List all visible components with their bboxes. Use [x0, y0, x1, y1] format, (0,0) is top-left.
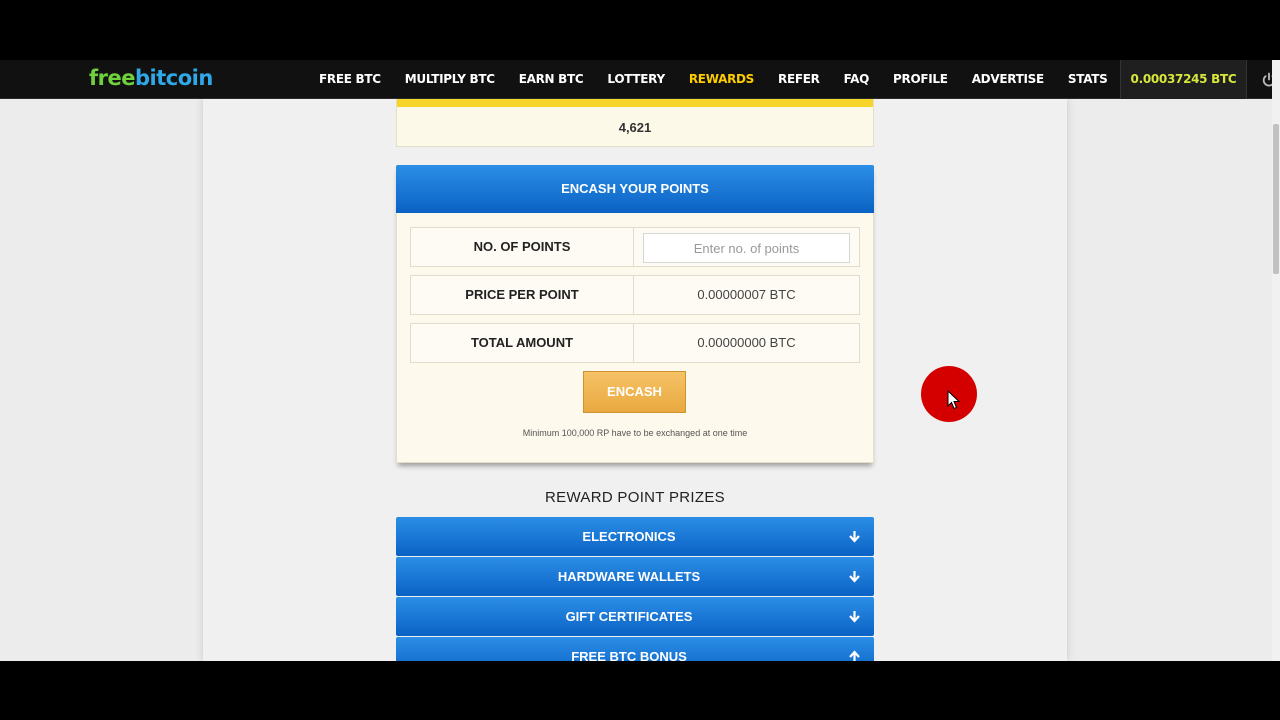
nav-advertise[interactable]: ADVERTISE: [960, 60, 1056, 99]
points-balance-box: 4,621: [396, 99, 874, 147]
nav-refer[interactable]: REFER: [766, 60, 832, 99]
price-row: PRICE PER POINT 0.00000007 BTC: [410, 275, 860, 315]
nav-stats[interactable]: STATS: [1056, 60, 1120, 99]
points-input[interactable]: [643, 233, 850, 263]
total-row: TOTAL AMOUNT 0.00000000 BTC: [410, 323, 860, 363]
encash-button[interactable]: ENCASH: [583, 371, 686, 413]
nav-lottery[interactable]: LOTTERY: [595, 60, 676, 99]
prizes-title: REWARD POINT PRIZES: [545, 489, 725, 506]
total-value: 0.00000000 BTC: [697, 335, 796, 350]
prize-free-btc-bonus[interactable]: FREE BTC BONUS: [396, 637, 874, 661]
browser-viewport: 4,621 ENCASH YOUR POINTS NO. OF POINTS P…: [0, 60, 1280, 661]
nav-free-btc[interactable]: FREE BTC: [307, 60, 393, 99]
prize-label: ELECTRONICS: [582, 529, 676, 544]
price-value: 0.00000007 BTC: [697, 287, 796, 302]
nav-earn-btc[interactable]: EARN BTC: [507, 60, 596, 99]
main-nav: FREE BTC MULTIPLY BTC EARN BTC LOTTERY R…: [307, 60, 1280, 99]
encash-header: ENCASH YOUR POINTS: [396, 165, 874, 213]
total-label: TOTAL AMOUNT: [411, 324, 634, 362]
points-balance-value: 4,621: [618, 120, 652, 135]
prize-label: FREE BTC BONUS: [571, 649, 687, 661]
top-navbar: freebitcoin FREE BTC MULTIPLY BTC EARN B…: [0, 60, 1276, 99]
nav-faq[interactable]: FAQ: [832, 60, 881, 99]
price-label: PRICE PER POINT: [411, 276, 634, 314]
prize-label: HARDWARE WALLETS: [557, 569, 701, 584]
arrow-down-icon: [849, 611, 860, 623]
prize-electronics[interactable]: ELECTRONICS: [396, 517, 874, 556]
logo-part-bitcoin: bitcoin: [134, 66, 213, 90]
prize-label: GIFT CERTIFICATES: [565, 609, 693, 624]
prize-gift-certificates[interactable]: GIFT CERTIFICATES: [396, 597, 874, 636]
nav-multiply-btc[interactable]: MULTIPLY BTC: [393, 60, 507, 99]
vertical-scrollbar[interactable]: [1272, 60, 1280, 661]
prize-hardware-wallets[interactable]: HARDWARE WALLETS: [396, 557, 874, 596]
nav-rewards[interactable]: REWARDS: [677, 60, 766, 99]
points-balance-bar: [397, 99, 873, 107]
mouse-cursor-icon: [947, 390, 961, 410]
freebitcoin-logo[interactable]: freebitcoin: [89, 66, 213, 90]
logo-part-free: free: [89, 66, 135, 90]
encash-card: ENCASH YOUR POINTS NO. OF POINTS PRICE P…: [396, 165, 874, 463]
points-row: NO. OF POINTS: [410, 227, 860, 267]
nav-profile[interactable]: PROFILE: [881, 60, 960, 99]
video-frame: 4,621 ENCASH YOUR POINTS NO. OF POINTS P…: [0, 0, 1280, 720]
arrow-down-icon: [849, 571, 860, 583]
balance-display: 0.00037245 BTC: [1119, 60, 1248, 99]
encash-note: Minimum 100,000 RP have to be exchanged …: [522, 428, 748, 438]
scrollbar-thumb[interactable]: [1273, 124, 1279, 274]
arrow-up-icon: [849, 650, 860, 661]
points-label: NO. OF POINTS: [411, 228, 634, 266]
arrow-down-icon: [849, 531, 860, 543]
